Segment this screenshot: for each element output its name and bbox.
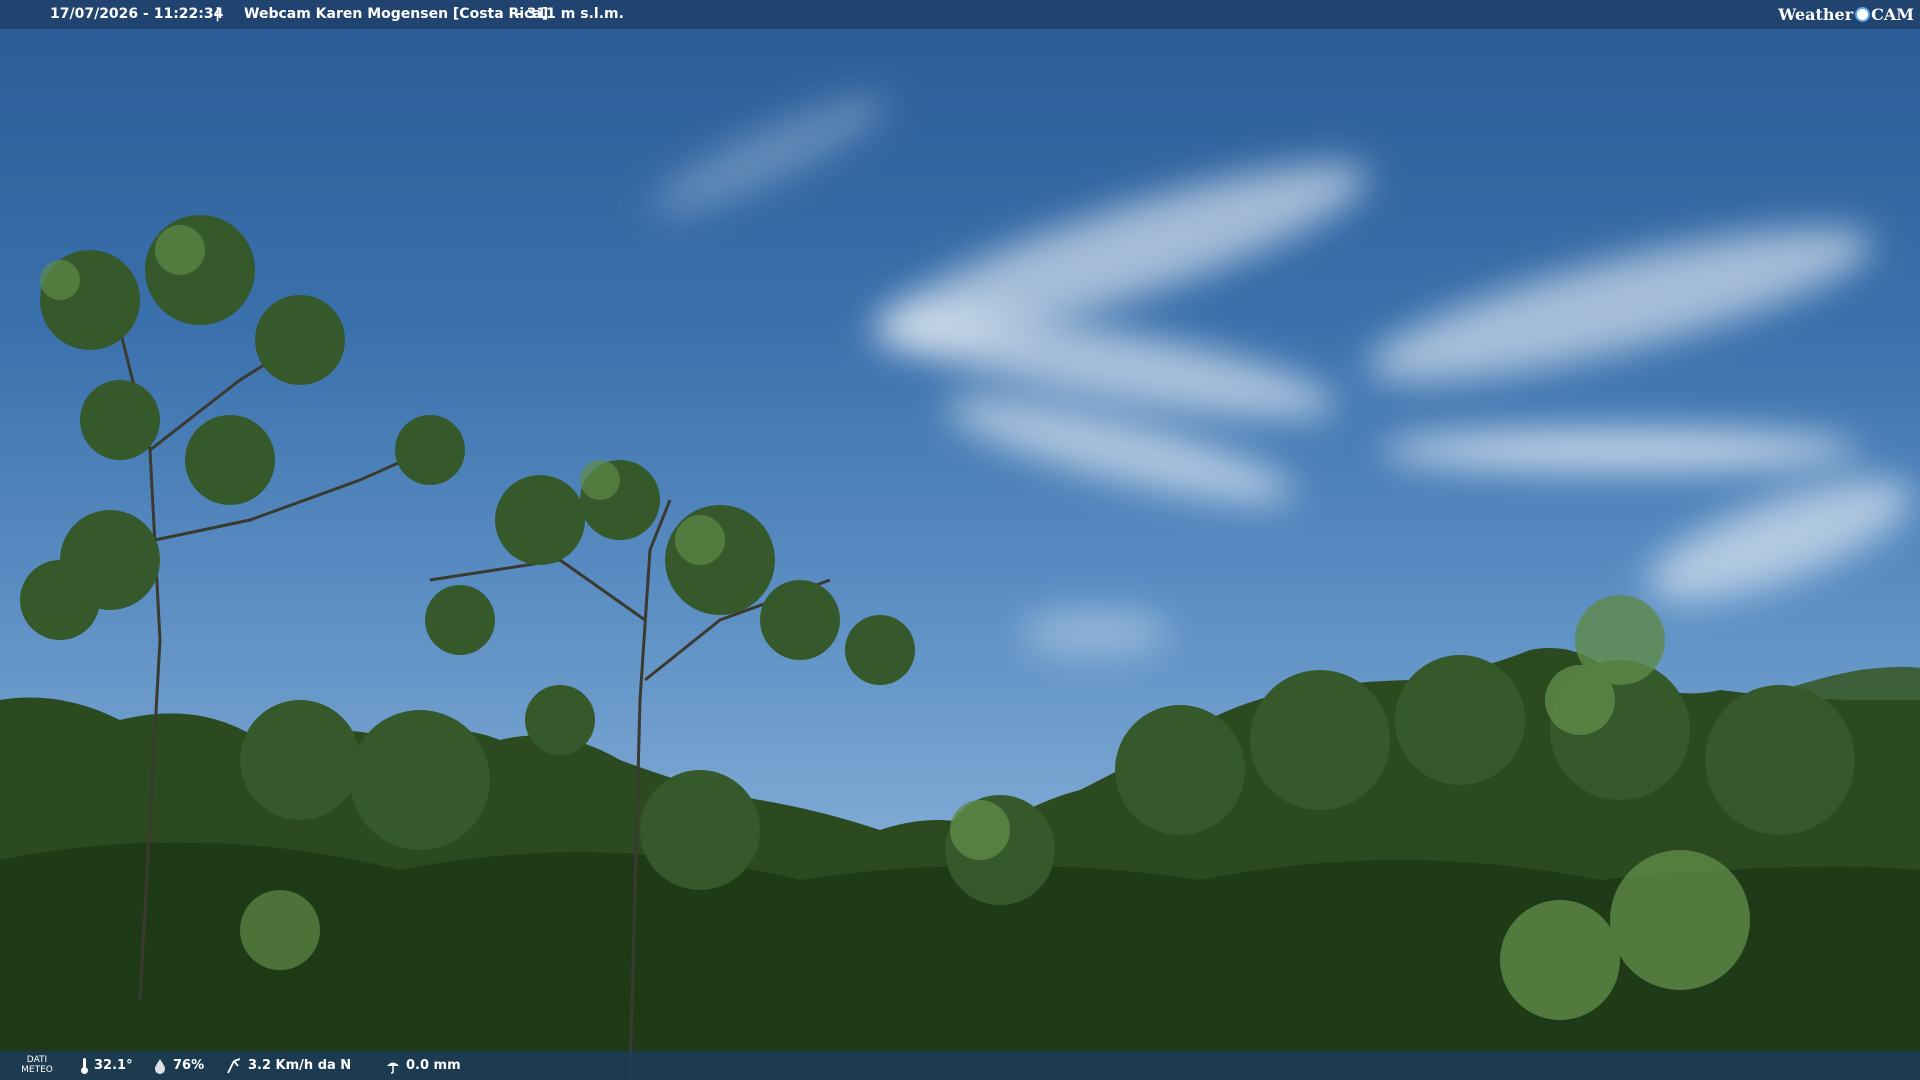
thermometer-icon <box>81 1057 88 1074</box>
timestamp: 17/07/2026 - 11:22:34 <box>50 6 224 22</box>
top-info-bar: 17/07/2026 - 11:22:34 | Webcam Karen Mog… <box>0 0 1920 29</box>
separator: | <box>215 6 221 22</box>
weather-data-label: DATI METEO <box>20 1055 54 1075</box>
temperature-value: 32.1° <box>94 1058 133 1073</box>
sun-icon <box>1855 6 1871 22</box>
droplet-icon <box>155 1058 165 1074</box>
rain-reading: 0.0 mm <box>385 1051 461 1080</box>
humidity-value: 76% <box>173 1058 205 1073</box>
humidity-reading: 76% <box>152 1051 204 1080</box>
bottom-weather-bar: DATI METEO 32.1° 76% 3.2 Km/h da N 0.0 m… <box>0 1051 1920 1080</box>
wind-reading: 3.2 Km/h da N <box>225 1051 351 1080</box>
wind-value: 3.2 Km/h da N <box>248 1058 352 1073</box>
brand-left: Weather <box>1778 5 1854 24</box>
temperature-reading: 32.1° <box>80 1051 133 1080</box>
label-line2: METEO <box>21 1065 53 1075</box>
webcam-title: Webcam Karen Mogensen [Costa Rica] <box>244 6 549 22</box>
altitude: - 311 m s.l.m. <box>516 6 624 22</box>
weathercam-logo: Weather CAM <box>1778 0 1914 29</box>
label-line1: DATI <box>26 1055 48 1065</box>
rain-value: 0.0 mm <box>406 1058 461 1073</box>
brand-right: CAM <box>1871 5 1914 24</box>
webcam-frame: 17/07/2026 - 11:22:34 | Webcam Karen Mog… <box>0 0 1920 1080</box>
rain-gauge-icon <box>387 1062 399 1074</box>
forest-scene <box>0 215 1920 1080</box>
wind-vane-icon <box>227 1057 241 1073</box>
